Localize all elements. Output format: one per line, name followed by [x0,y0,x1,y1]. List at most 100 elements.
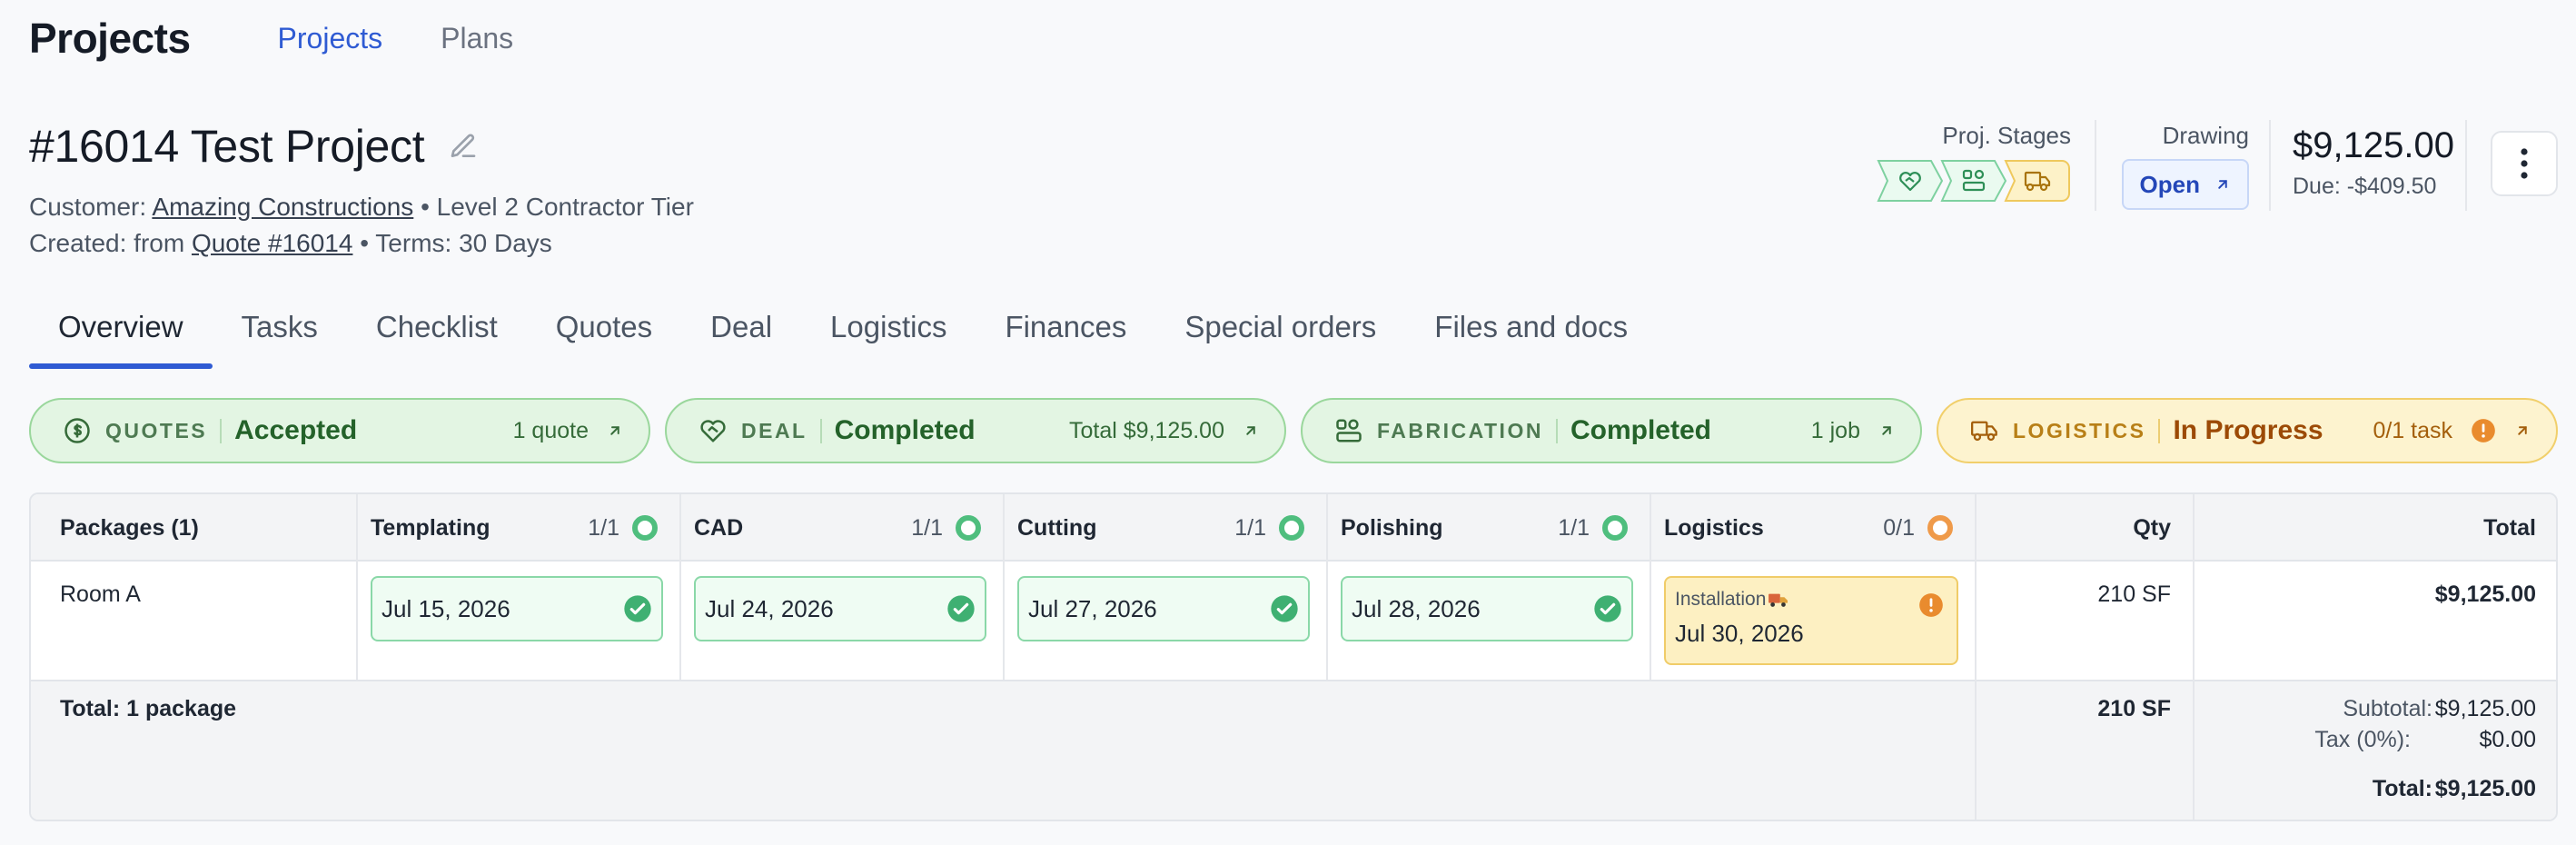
dollar-icon [64,417,91,444]
pill-category: FABRICATION [1377,418,1558,443]
deal-status-pill[interactable]: DEAL Completed Total $9,125.00 [665,398,1286,463]
nav-plans[interactable]: Plans [441,22,513,55]
header-cad: CAD 1/1 [694,494,981,562]
quotes-status-pill[interactable]: QUOTES Accepted 1 quote [29,398,650,463]
tab-tasks[interactable]: Tasks [213,303,347,369]
alert-circle-icon [2472,419,2495,442]
polishing-count: 1/1 [1558,514,1590,541]
pill-info: Total $9,125.00 [1069,418,1259,444]
logistics-date[interactable]: Installation Jul 30, 2026 [1664,576,1958,665]
pill-info-text: 0/1 task [2373,417,2452,443]
stages-label: Proj. Stages [1942,122,2071,149]
package-total: $9,125.00 [2434,582,2536,607]
header-cad-label: CAD [694,514,744,541]
header-polishing-label: Polishing [1341,514,1443,541]
pill-info-text: Total $9,125.00 [1069,417,1224,443]
tab-files-and-docs[interactable]: Files and docs [1405,303,1657,369]
pill-info-text: 1 quote [512,417,589,443]
package-qty: 210 SF [2097,582,2171,607]
header-divider [2465,120,2467,211]
tab-special-orders[interactable]: Special orders [1155,303,1405,369]
check-circle-icon [1271,595,1298,622]
tab-checklist[interactable]: Checklist [347,303,527,369]
header-total: Total [2483,514,2536,541]
footer-qty: 210 SF [2097,696,2171,721]
customer-label: Customer: [29,193,147,221]
arrow-up-right-icon [2518,426,2527,435]
logistics-status-pill[interactable]: LOGISTICS In Progress 0/1 task [1937,398,2558,463]
nav-projects[interactable]: Projects [278,22,383,55]
tab-logistics[interactable]: Logistics [801,303,976,369]
app-title: Projects [29,15,191,62]
pill-category: DEAL [741,418,822,443]
customer-line: Customer: Amazing Constructions • Level … [29,193,694,222]
stage-logistics[interactable] [2004,159,2071,203]
handshake-icon [699,417,727,444]
package-name: Room A [60,582,141,607]
pill-info-text: 1 job [1810,417,1860,443]
tax-value: $0.00 [2479,727,2536,752]
status-dot-icon [1602,515,1628,541]
polishing-date[interactable]: Jul 28, 2026 [1341,576,1633,641]
edit-icon[interactable] [448,131,479,162]
footer-package-count: Total: 1 package [60,696,237,721]
grand-total-value: $9,125.00 [2434,776,2536,801]
packages-table: Packages (1) Templating 1/1 CAD 1/1 Cutt… [29,492,2558,821]
tab-deal[interactable]: Deal [681,303,801,369]
project-stages: Proj. Stages [1877,122,2071,203]
pill-state: Completed [834,415,976,445]
project-title: #16014 Test Project [29,121,425,172]
subtotal-label: Subtotal: [2343,696,2432,721]
pill-state: Completed [1570,415,1711,445]
alert-circle-icon [1919,593,1943,617]
truck-icon [1769,593,1788,607]
arrow-up-right-icon [1882,426,1891,435]
quote-link[interactable]: Quote #16014 [192,229,353,257]
table-footer [31,680,2556,820]
customer-tier: • Level 2 Contractor Tier [413,193,694,221]
column-divider [2193,494,2195,820]
header-qty: Qty [2133,514,2171,541]
tab-finances[interactable]: Finances [976,303,1155,369]
stage-fabrication[interactable] [1940,159,2007,203]
cutting-date-text: Jul 27, 2026 [1028,594,1157,622]
more-vertical-icon [2521,148,2528,179]
terms-text: • Terms: 30 Days [352,229,552,257]
pill-info: 1 quote [513,418,623,444]
polishing-date-text: Jul 28, 2026 [1352,594,1481,622]
tab-quotes[interactable]: Quotes [527,303,681,369]
header-templating-label: Templating [371,514,490,541]
pill-category: QUOTES [105,418,223,443]
status-dot-icon [1927,515,1953,541]
header-templating: Templating 1/1 [371,494,658,562]
created-line: Created: from Quote #16014 • Terms: 30 D… [29,229,552,258]
templating-date-text: Jul 15, 2026 [381,594,510,622]
cad-date[interactable]: Jul 24, 2026 [694,576,986,641]
templating-date[interactable]: Jul 15, 2026 [371,576,663,641]
pill-info: 1 job [1811,418,1895,444]
customer-link[interactable]: Amazing Constructions [152,193,413,221]
header-divider [2095,120,2096,211]
pill-state: In Progress [2173,415,2323,445]
column-divider [356,494,358,680]
more-options-button[interactable] [2491,131,2558,196]
check-circle-icon [1594,595,1621,622]
fabrication-icon [1335,417,1362,444]
fabrication-status-pill[interactable]: FABRICATION Completed 1 job [1301,398,1922,463]
project-tabs: Overview Tasks Checklist Quotes Deal Log… [29,303,1657,369]
cutting-date[interactable]: Jul 27, 2026 [1017,576,1310,641]
logistics-type: Installation [1675,589,1767,610]
arrow-up-right-icon [2218,180,2227,189]
cad-date-text: Jul 24, 2026 [705,594,834,622]
logistics-date-text: Jul 30, 2026 [1675,620,1804,647]
pill-info: 0/1 task [2373,418,2531,444]
stage-deal[interactable] [1877,159,1944,203]
cutting-count: 1/1 [1234,514,1266,541]
tab-overview[interactable]: Overview [29,303,213,369]
drawing-section: Drawing Open [2116,122,2249,210]
drawing-open-button[interactable]: Open [2121,159,2249,210]
drawing-label: Drawing [2162,122,2249,149]
created-label: Created: from [29,229,185,257]
status-dot-icon [1279,515,1304,541]
check-circle-icon [947,595,975,622]
